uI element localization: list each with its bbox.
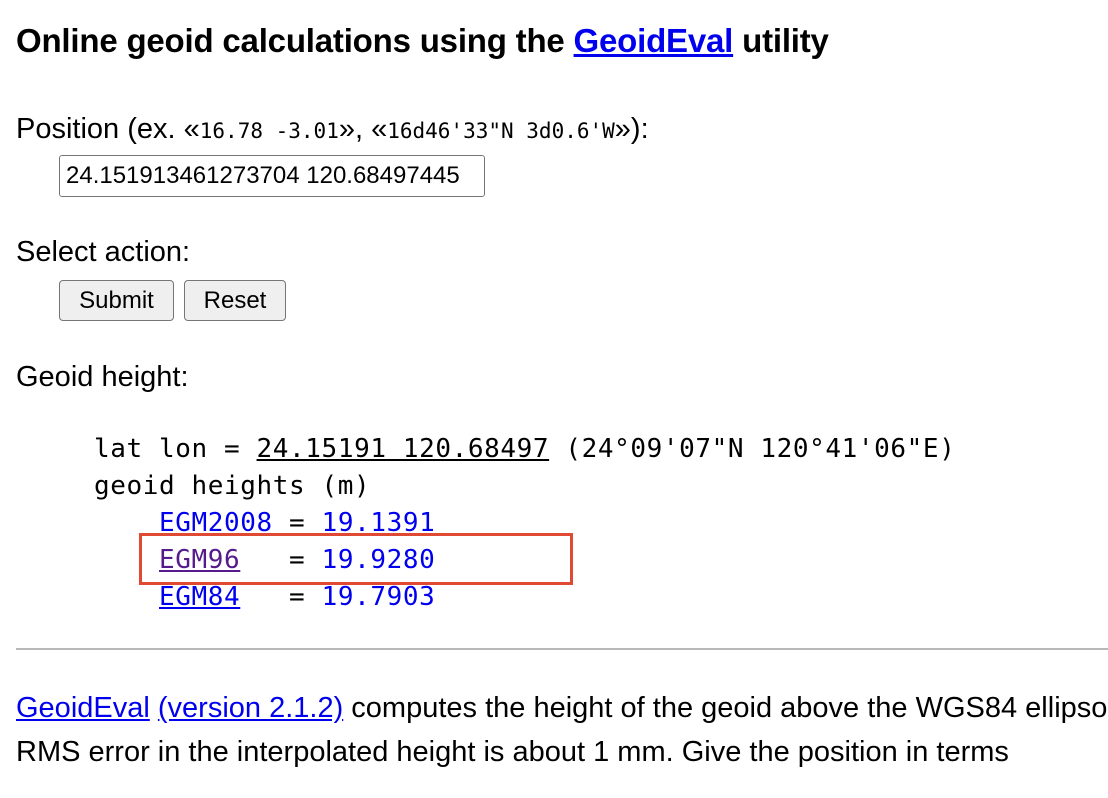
reset-button[interactable]: Reset [184, 280, 286, 321]
version-link[interactable]: (version 2.1.2) [158, 692, 343, 724]
geoideval-link[interactable]: GeoidEval [16, 692, 150, 724]
egm84-value: 19.7903 [321, 582, 436, 612]
latlon-dms: (24°09'07"N 120°41'06"E) [549, 434, 956, 464]
description-paragraph: GeoidEval (version 2.1.2) computes the h… [16, 686, 1108, 774]
page-title-suffix: utility [733, 22, 829, 59]
egm2008-sep: = [272, 508, 322, 538]
egm96-value: 19.9280 [321, 545, 436, 575]
position-label-prefix: Position (ex. « [16, 113, 200, 145]
egm84-link[interactable]: EGM84 [159, 582, 240, 612]
geoid-result-block: lat lon = 24.15191 120.68497 (24°09'07"N… [94, 431, 955, 616]
description-line1: computes the height of the geoid above t… [343, 692, 1108, 724]
geoid-heights-label: geoid heights (m) [94, 471, 371, 501]
description-line2: RMS error in the interpolated height is … [16, 736, 1009, 768]
page-title: Online geoid calculations using the Geoi… [16, 22, 829, 60]
latlon-prefix: lat lon = [94, 434, 257, 464]
position-label-suffix: »): [614, 113, 649, 145]
section-divider [16, 648, 1108, 650]
select-action-label: Select action: [16, 236, 191, 268]
position-label: Position (ex. «16.78 -3.01», «16d46'33"N… [16, 113, 649, 146]
egm84-sep: = [240, 582, 322, 612]
position-input[interactable] [59, 155, 485, 197]
geoideval-title-link[interactable]: GeoidEval [574, 22, 734, 59]
submit-button[interactable]: Submit [59, 280, 174, 321]
page-title-prefix: Online geoid calculations using the [16, 22, 574, 59]
position-label-middle: », « [338, 113, 388, 145]
egm2008-link[interactable]: EGM2008 [159, 508, 273, 538]
position-example-dms: 16d46'33"N 3d0.6'W [387, 119, 615, 143]
egm96-sep: = [240, 545, 322, 575]
position-example-decimal: 16.78 -3.01 [199, 119, 339, 143]
egm96-link[interactable]: EGM96 [159, 545, 240, 575]
geoid-height-label: Geoid height: [16, 361, 189, 393]
egm2008-value: 19.1391 [321, 508, 436, 538]
latlon-link[interactable]: 24.15191 120.68497 [257, 434, 550, 464]
